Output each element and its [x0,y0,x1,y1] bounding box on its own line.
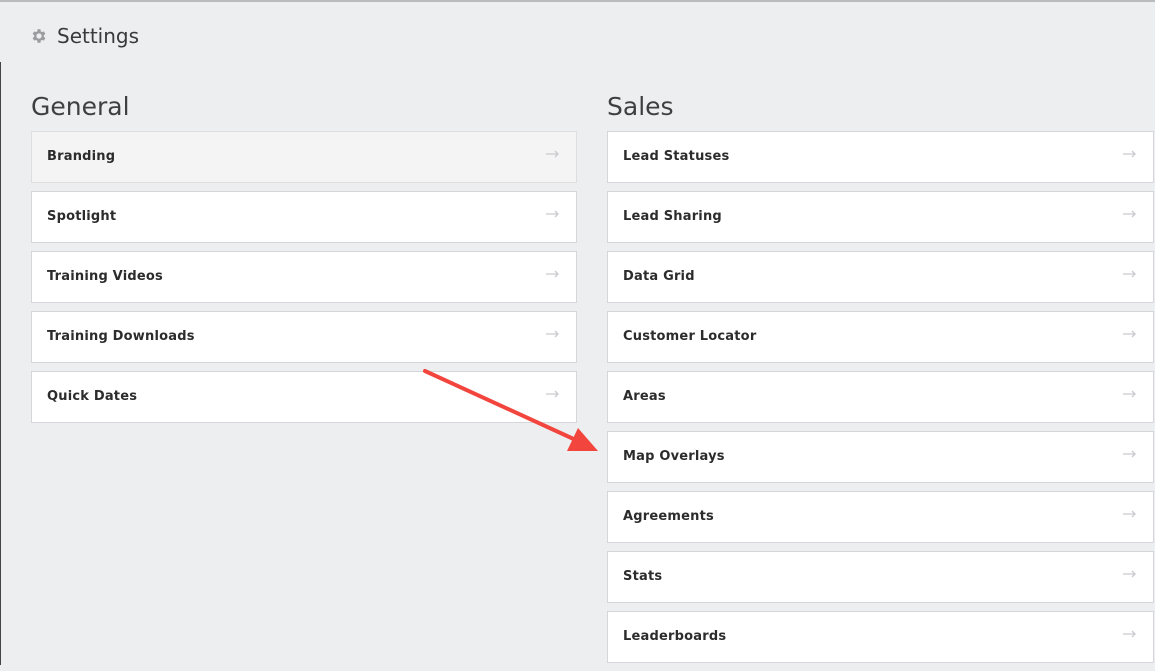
settings-item-label: Branding [47,149,116,164]
settings-item-data-grid[interactable]: Data Grid [607,251,1154,303]
settings-item-stats[interactable]: Stats [607,551,1154,603]
settings-item-label: Data Grid [623,269,695,284]
arrow-right-icon [1123,450,1136,458]
arrow-right-icon [546,330,559,338]
settings-item-label: Stats [623,569,663,584]
settings-item-label: Quick Dates [47,389,138,404]
arrow-right-icon [1123,630,1136,638]
settings-item-customer-locator[interactable]: Customer Locator [607,311,1154,363]
general-section: General Branding Spotlight Training Vide… [31,90,577,431]
sales-section: Sales Lead Statuses Lead Sharing Data Gr… [607,90,1154,671]
arrow-right-icon [546,150,559,158]
arrow-right-icon [1123,330,1136,338]
settings-item-label: Leaderboards [623,629,727,644]
window-left-edge [0,62,1,665]
settings-item-agreements[interactable]: Agreements [607,491,1154,543]
settings-item-map-overlays[interactable]: Map Overlays [607,431,1154,483]
settings-item-label: Lead Sharing [623,209,722,224]
arrow-right-icon [1123,510,1136,518]
arrow-right-icon [546,270,559,278]
arrow-right-icon [546,390,559,398]
settings-item-label: Agreements [623,509,714,524]
sales-heading: Sales [607,92,674,121]
settings-item-areas[interactable]: Areas [607,371,1154,423]
settings-item-label: Areas [623,389,666,404]
settings-item-lead-statuses[interactable]: Lead Statuses [607,131,1154,183]
settings-item-quick-dates[interactable]: Quick Dates [31,371,577,423]
settings-item-training-downloads[interactable]: Training Downloads [31,311,577,363]
settings-item-label: Training Videos [47,269,163,284]
settings-item-label: Lead Statuses [623,149,730,164]
arrow-right-icon [1123,270,1136,278]
settings-item-label: Customer Locator [623,329,757,344]
settings-item-spotlight[interactable]: Spotlight [31,191,577,243]
settings-item-label: Map Overlays [623,449,725,464]
arrow-right-icon [1123,390,1136,398]
gear-icon [32,29,46,43]
settings-item-label: Spotlight [47,209,117,224]
settings-item-leaderboards[interactable]: Leaderboards [607,611,1154,663]
settings-item-training-videos[interactable]: Training Videos [31,251,577,303]
settings-item-branding[interactable]: Branding [31,131,577,183]
settings-item-label: Training Downloads [47,329,195,344]
general-heading: General [31,92,130,121]
arrow-right-icon [546,210,559,218]
arrow-right-icon [1123,570,1136,578]
arrow-right-icon [1123,150,1136,158]
settings-header: Settings [0,2,1155,62]
arrow-right-icon [1123,210,1136,218]
settings-item-lead-sharing[interactable]: Lead Sharing [607,191,1154,243]
page-title: Settings [57,24,140,48]
